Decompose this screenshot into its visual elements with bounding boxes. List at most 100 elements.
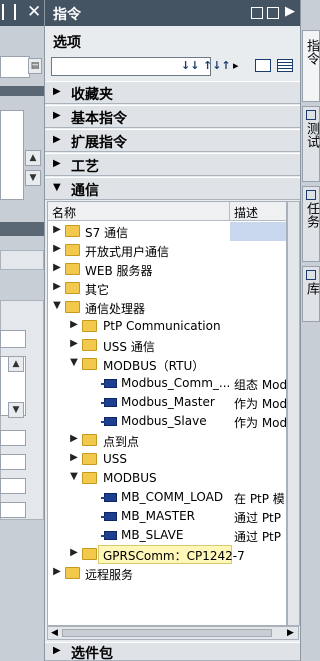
close-icon[interactable]: ✕	[27, 2, 41, 22]
left-pane-list[interactable]	[0, 110, 24, 200]
tree-vertical-scrollbar[interactable]	[287, 201, 300, 626]
expand-icon[interactable]: ▶	[52, 566, 62, 577]
folder-icon	[65, 301, 80, 313]
view-mode-icon[interactable]	[255, 59, 271, 72]
tree-row-modbus-slave[interactable]: Modbus_Slave 作为 Mod...	[48, 412, 286, 431]
scroll-left-icon[interactable]: ◀	[51, 627, 58, 639]
scroll-down-icon[interactable]: ▼	[25, 170, 41, 186]
search-up-icon[interactable]: ↑↓↑	[203, 59, 231, 72]
tree-row-gprscomm[interactable]: ▶ GPRSComm：CP1242-7	[48, 545, 286, 564]
function-block-icon	[101, 512, 117, 521]
tree-row-modbus-master[interactable]: Modbus_Master 作为 Mod...	[48, 393, 286, 412]
function-block-icon	[101, 379, 117, 388]
left-pane-field[interactable]	[0, 56, 30, 78]
search-down-icon[interactable]: ↓↓	[181, 59, 199, 72]
column-header-description[interactable]: 描述	[234, 204, 258, 221]
scroll-up-icon[interactable]: ▲	[8, 356, 24, 372]
libraries-icon	[306, 270, 316, 280]
chevron-down-icon: ▼	[53, 182, 61, 193]
expand-icon[interactable]: ▶	[69, 452, 79, 463]
restore-icon[interactable]	[2, 4, 16, 20]
function-block-icon	[101, 493, 117, 502]
tree-row-other[interactable]: ▶ 其它	[48, 279, 286, 298]
left-pane-input-4[interactable]	[0, 454, 26, 470]
left-pane-input-3[interactable]	[0, 430, 26, 446]
scrollbar-thumb[interactable]	[62, 629, 272, 637]
folder-icon	[65, 225, 80, 237]
folder-icon	[65, 282, 80, 294]
chevron-right-icon: ▶	[53, 158, 61, 169]
collapse-icon[interactable]: ▼	[69, 357, 79, 368]
tree-row-open-user-comm[interactable]: ▶ 开放式用户通信	[48, 241, 286, 260]
tree-row-s7-comm[interactable]: ▶ S7 通信	[48, 222, 286, 241]
chevron-down-icon[interactable]: ▼	[8, 402, 24, 418]
category-basic-instructions[interactable]: ▶ 基本指令	[45, 105, 301, 128]
row-highlight	[230, 222, 286, 241]
tab-test-label: 测试	[304, 122, 319, 148]
left-pane-input-1[interactable]	[0, 330, 26, 348]
expand-icon[interactable]: ▶	[69, 547, 79, 558]
chevron-right-icon: ▶	[53, 110, 61, 121]
column-divider[interactable]	[229, 202, 230, 221]
category-communication[interactable]: ▼ 通信	[45, 177, 301, 200]
expand-icon[interactable]: ▶	[52, 281, 62, 292]
left-pane-input-5[interactable]	[0, 478, 26, 494]
restore-icon[interactable]	[267, 7, 279, 19]
folder-icon	[65, 263, 80, 275]
function-block-icon	[101, 531, 117, 540]
tab-libraries[interactable]: 库	[302, 266, 320, 322]
column-header-name[interactable]: 名称	[52, 204, 76, 221]
expand-icon[interactable]: ▶	[69, 319, 79, 330]
chevron-right-icon: ▶	[53, 86, 61, 97]
expand-icon[interactable]: ▶	[52, 224, 62, 235]
left-pane-icon[interactable]: ▤	[28, 58, 42, 74]
category-extended-instructions[interactable]: ▶ 扩展指令	[45, 129, 301, 152]
scroll-up-icon[interactable]: ▲	[25, 150, 41, 166]
toolbar-more-icon[interactable]: ▸	[233, 59, 239, 72]
options-heading: 选项	[53, 35, 81, 51]
expand-icon[interactable]: ▶	[69, 433, 79, 444]
tia-portal-window: ✕ ▤ ▲ ▼ ▲ ▼ 指令 ▶ 选项 ↓↓ ↑↓↑ ▸ ▶ 收藏夹 ▶ 基本指…	[0, 0, 320, 661]
tab-instructions-label: 指令	[304, 39, 319, 65]
left-pane-header: ✕	[0, 0, 44, 26]
scroll-right-icon[interactable]: ▶	[287, 627, 294, 639]
tree-row-comm-processor[interactable]: ▼ 通信处理器	[48, 298, 286, 317]
expand-icon[interactable]: ▶	[52, 243, 62, 254]
tab-instructions[interactable]: 指令	[302, 30, 320, 102]
function-block-icon	[101, 417, 117, 426]
minimize-icon[interactable]	[251, 7, 263, 19]
expand-icon[interactable]: ▶	[52, 262, 62, 273]
tab-tasks[interactable]: 任务	[302, 186, 320, 262]
category-favorites[interactable]: ▶ 收藏夹	[45, 81, 301, 104]
task-card-titlebar: 指令 ▶	[45, 0, 301, 26]
collapse-icon[interactable]: ▼	[69, 471, 79, 482]
collapse-arrow-icon[interactable]: ▶	[285, 4, 295, 19]
tree-row-modbus[interactable]: ▼ MODBUS	[48, 469, 286, 488]
tree-horizontal-scrollbar[interactable]: ◀ ▶	[47, 626, 299, 640]
list-view-icon[interactable]	[277, 59, 293, 72]
tree-row-mb-slave[interactable]: MB_SLAVE 通过 PtP ...	[48, 526, 286, 545]
task-card-title: 指令	[53, 7, 81, 23]
left-pane-input-6[interactable]	[0, 502, 26, 518]
instructions-task-card: 指令 ▶ 选项 ↓↓ ↑↓↑ ▸ ▶ 收藏夹 ▶ 基本指令 ▶ 扩展指令 ▶ 工…	[44, 0, 301, 661]
expand-icon[interactable]: ▶	[69, 338, 79, 349]
tree-row-ptp-communication[interactable]: ▶ PtP Communication	[48, 317, 286, 336]
tree-row-mb-comm-load[interactable]: MB_COMM_LOAD 在 PtP 模...	[48, 488, 286, 507]
tree-row-remote-service[interactable]: ▶ 远程服务	[48, 564, 286, 583]
tree-row-mb-master[interactable]: MB_MASTER 通过 PtP ...	[48, 507, 286, 526]
tree-row-modbus-rtu[interactable]: ▼ MODBUS（RTU）	[48, 355, 286, 374]
tree-row-modbus-comm-load[interactable]: Modbus_Comm_... 组态 Mod...	[48, 374, 286, 393]
category-optional-packages[interactable]: ▶ 选件包	[45, 642, 301, 661]
folder-icon	[82, 320, 97, 332]
tab-libraries-label: 库	[304, 282, 319, 295]
tree-row-point-to-point[interactable]: ▶ 点到点	[48, 431, 286, 450]
function-block-icon	[101, 398, 117, 407]
folder-icon	[65, 244, 80, 256]
collapse-icon[interactable]: ▼	[52, 300, 62, 311]
tree-row-uss[interactable]: ▶ USS	[48, 450, 286, 469]
folder-icon	[82, 358, 97, 370]
tree-row-uss-comm[interactable]: ▶ USS 通信	[48, 336, 286, 355]
tab-test[interactable]: 测试	[302, 106, 320, 182]
category-technology[interactable]: ▶ 工艺	[45, 153, 301, 176]
tree-row-web-server[interactable]: ▶ WEB 服务器	[48, 260, 286, 279]
